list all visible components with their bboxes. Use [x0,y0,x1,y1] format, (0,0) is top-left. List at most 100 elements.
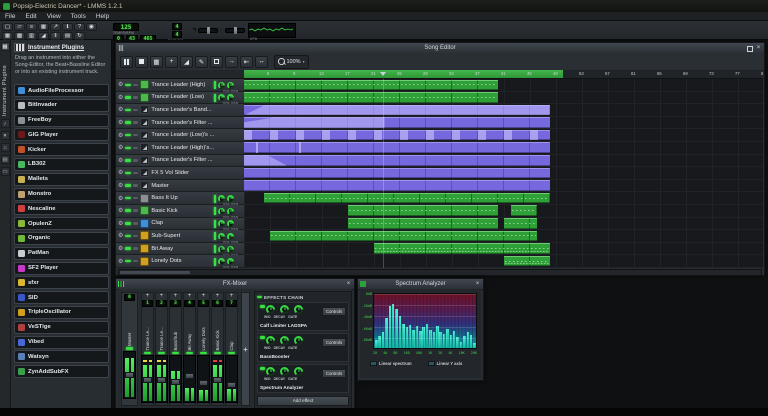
plugin-item-audiofileprocessor[interactable]: AudioFileProcessor [14,84,109,97]
track-name[interactable]: Clap [151,220,212,226]
pattern-segment[interactable] [244,142,550,153]
mute-led[interactable] [125,96,131,99]
horizontal-scrollbar[interactable] [118,269,762,276]
fx-channel-led[interactable] [214,352,221,355]
plugin-item-sf2-player[interactable]: SF2 Player [14,262,109,275]
fx-channel-5[interactable]: +5Lonely Dots [197,292,210,406]
track-name[interactable]: Trance Leader (High)'s... [151,145,242,151]
fader-handle[interactable] [171,379,180,385]
mute-led[interactable] [125,184,131,187]
pattern-segment[interactable] [511,205,537,216]
close-icon[interactable]: × [474,281,481,288]
track-name[interactable]: Trance Leader's Filter ... [151,120,242,126]
add-sample-track-button[interactable]: + [165,56,178,68]
solo-led[interactable] [133,260,138,263]
gate-knob[interactable] [294,305,303,314]
fx-channel-label[interactable]: Trance Le... [145,308,150,351]
menu-file[interactable]: File [0,13,20,20]
track-header[interactable]: ⚙Bit AwayVOL PAN [116,243,244,256]
mute-led[interactable] [125,109,131,112]
send-knob[interactable]: + [174,294,178,299]
pattern-lane[interactable] [244,255,763,268]
master-pitch-slider[interactable]: ♪ [220,27,245,33]
effect-enable-led[interactable] [260,367,265,370]
mute-led[interactable] [125,222,131,225]
track-name[interactable]: Bass It Up [151,195,212,201]
track-header[interactable]: ⚙Trance Leader (Low)'s ... [116,129,244,142]
mute-led[interactable] [125,159,131,162]
pattern-lane[interactable] [244,155,763,168]
volume-knob[interactable] [218,233,225,240]
checkbox-linear-y-axis[interactable]: Linear Y axis [428,361,463,366]
fx-channel-led[interactable] [172,352,179,355]
pattern-segment[interactable] [244,180,550,191]
volume-knob[interactable] [218,258,225,265]
tempo-display[interactable]: 125 [113,23,139,31]
pattern-segment[interactable] [244,155,550,166]
pattern-lane[interactable] [244,79,763,92]
pattern-segment[interactable] [244,117,550,128]
project-info-button[interactable]: ℹ [62,23,73,31]
gear-icon[interactable]: ⚙ [118,245,123,252]
save-project-button[interactable]: ▦ [38,23,49,31]
timesig-denominator-display[interactable]: 4 [172,31,182,38]
track-name[interactable]: Trance Leader (High) [151,82,212,88]
add-bb-track-button[interactable]: ▦ [150,56,163,68]
pattern-lane[interactable] [244,117,763,130]
solo-led[interactable] [133,172,138,175]
decay-knob[interactable] [280,305,289,314]
mute-led[interactable] [125,247,131,250]
restore-button[interactable] [746,45,753,52]
track-header[interactable]: ⚙ClapVOL PAN [116,218,244,231]
toggle-project-notes-button[interactable]: ▤ [62,32,73,40]
master-volume-groove[interactable] [198,28,218,33]
computer-tab[interactable]: ▭ [1,167,10,176]
track-name[interactable]: Trance Leader's Filter ... [151,157,242,163]
pan-knob[interactable] [227,195,234,202]
pan-knob[interactable] [227,233,234,240]
track-name[interactable]: Lonely Dots [151,258,212,264]
pattern-segment[interactable] [244,130,550,141]
new-fx-channel-button[interactable]: + [241,292,250,406]
fx-channel-fader[interactable] [155,355,168,403]
gear-icon[interactable]: ⚙ [118,106,123,113]
pattern-segment[interactable] [244,168,550,179]
volume-knob[interactable] [218,208,225,215]
solo-led[interactable] [133,134,138,137]
plugin-item-freeboy[interactable]: FreeBoy [14,114,109,127]
pattern-lane[interactable] [244,192,763,205]
fx-channel-fader[interactable] [211,355,224,403]
gear-icon[interactable]: ⚙ [118,94,123,101]
scrollbar-thumb[interactable] [120,271,190,274]
pattern-lane[interactable] [244,230,763,243]
track-header[interactable]: ⚙Trance Leader (Low)VOL PAN [116,92,244,105]
master-volume-slider[interactable]: ◥ [192,27,218,33]
track-name[interactable]: Basic Kick [151,208,212,214]
timesig-numerator-display[interactable]: 4 [172,23,182,30]
gate-knob[interactable] [294,336,303,345]
mute-led[interactable] [125,121,131,124]
track-header[interactable]: ⚙Sub-SupertVOL PAN [116,230,244,243]
fx-channel-label[interactable]: Bit Away [187,308,192,351]
mute-led[interactable] [125,172,131,175]
plugin-item-sfxr[interactable]: sfxr [14,276,109,289]
edit-mode-button[interactable] [210,56,223,68]
menu-help[interactable]: Help [91,13,114,20]
toggle-fx-mixer-button[interactable]: ‖ [50,32,61,40]
plugin-item-sid[interactable]: SID [14,291,109,304]
draw-mode-button[interactable]: ✎ [195,56,208,68]
export-project-button[interactable]: ↗ [50,23,61,31]
volume-knob[interactable] [218,94,225,101]
send-knob[interactable]: + [230,294,234,299]
pan-knob[interactable] [227,220,234,227]
toggle-song-editor-button[interactable]: ▦ [2,32,13,40]
fx-channel-fader[interactable] [141,355,154,403]
mute-led[interactable] [125,84,131,87]
pattern-lane[interactable] [244,180,763,193]
home-tab[interactable]: ⌂ [1,143,10,152]
controls-button[interactable]: Controls [322,369,346,378]
pattern-lane[interactable] [244,205,763,218]
track-header[interactable]: ⚙Bass It UpVOL PAN [116,192,244,205]
track-name[interactable]: Trance Leader's Band... [151,107,242,113]
master-pitch-groove[interactable] [225,28,245,33]
